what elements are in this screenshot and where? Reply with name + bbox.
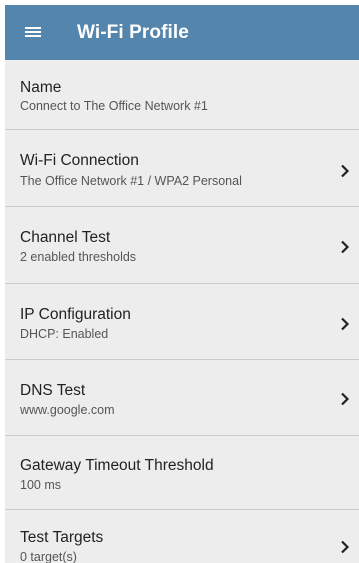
setting-label: Channel Test (20, 229, 111, 246)
setting-label: Test Targets (20, 529, 104, 546)
setting-label: IP Configuration (20, 306, 131, 323)
setting-value: 2 enabled thresholds (20, 250, 137, 264)
setting-value: The Office Network #1 / WPA2 Personal (20, 174, 242, 188)
setting-label: Wi-Fi Connection (20, 152, 139, 169)
setting-row-dns-test[interactable]: DNS Test www.google.com (5, 360, 359, 436)
chevron-right-icon (341, 240, 350, 254)
chevron-right-icon (341, 392, 350, 406)
setting-row-channel-test[interactable]: Channel Test 2 enabled thresholds (5, 207, 359, 284)
setting-row-test-targets[interactable]: Test Targets 0 target(s) (5, 510, 359, 563)
setting-value: 100 ms (20, 478, 61, 492)
setting-label: Name (20, 79, 62, 96)
setting-label: DNS Test (20, 382, 86, 399)
setting-row-wifi-connection[interactable]: Wi-Fi Connection The Office Network #1 /… (5, 130, 359, 207)
setting-value: DHCP: Enabled (20, 327, 109, 341)
setting-label: Gateway Timeout Threshold (20, 457, 214, 474)
setting-value: www.google.com (20, 403, 115, 417)
chevron-right-icon (341, 164, 350, 178)
hamburger-menu-icon[interactable] (25, 25, 41, 39)
app-bar: Wi-Fi Profile (5, 5, 359, 60)
wifi-profile-screen: Wi-Fi Profile Name Connect to The Office… (0, 0, 359, 563)
setting-row-name[interactable]: Name Connect to The Office Network #1 (5, 60, 359, 130)
page-title: Wi-Fi Profile (77, 22, 189, 43)
setting-value: 0 target(s) (20, 550, 77, 563)
settings-list: Name Connect to The Office Network #1 Wi… (5, 60, 359, 563)
chevron-right-icon (341, 317, 350, 331)
setting-row-ip-configuration[interactable]: IP Configuration DHCP: Enabled (5, 284, 359, 360)
setting-value: Connect to The Office Network #1 (20, 99, 208, 113)
setting-row-gateway-timeout-threshold[interactable]: Gateway Timeout Threshold 100 ms (5, 436, 359, 510)
chevron-right-icon (341, 540, 350, 554)
